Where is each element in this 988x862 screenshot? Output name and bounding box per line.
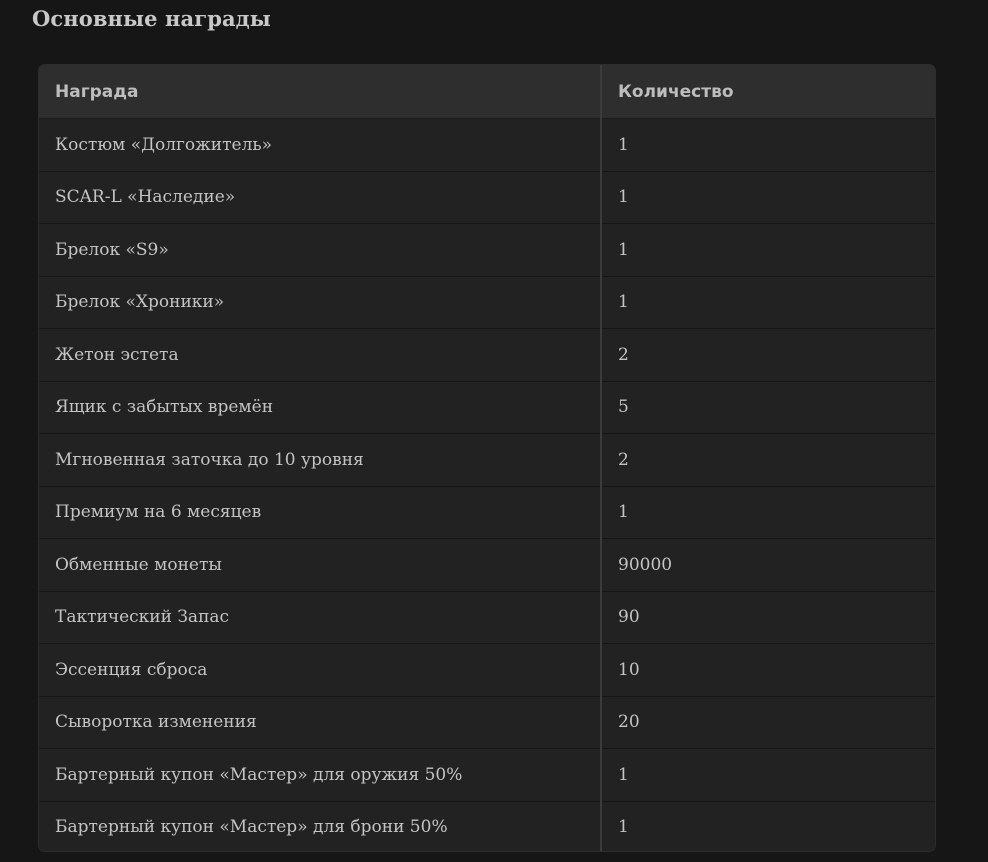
quantity-cell: 1 [600,170,935,224]
quantity-cell: 1 [600,800,935,851]
reward-cell: Эссенция сброса [39,643,601,696]
quantity-cell: 90 [600,590,935,644]
reward-cell: Брелок «Хроники» [39,275,601,329]
table-row: Костюм «Долгожитель» 1 [39,118,935,171]
quantity-cell: 2 [600,433,935,486]
reward-cell: Жетон эстета [39,328,601,381]
reward-cell: Костюм «Долгожитель» [39,118,601,171]
table-row: Тактический Запас 90 [39,590,935,644]
reward-cell: Сыворотка изменения [39,695,601,749]
table-row: Эссенция сброса 10 [39,643,935,696]
quantity-cell: 90000 [600,538,935,591]
table-row: Брелок «S9» 1 [39,223,935,276]
rewards-table: Награда Количество Костюм «Долгожитель» … [39,65,935,851]
table-row: Сыворотка изменения 20 [39,695,935,749]
quantity-cell: 1 [600,275,935,329]
reward-cell: Мгновенная заточка до 10 уровня [39,433,601,486]
header-reward: Награда [39,65,601,119]
section-title: Основные награды [32,6,271,31]
reward-cell: Бартерный купон «Мастер» для оружия 50% [39,748,601,801]
quantity-cell: 5 [600,380,935,434]
quantity-cell: 1 [600,223,935,276]
table-row: Мгновенная заточка до 10 уровня 2 [39,433,935,486]
table-body: Костюм «Долгожитель» 1 SCAR-L «Наследие»… [39,118,935,851]
reward-cell: Ящик с забытых времён [39,380,601,434]
table-row: Премиум на 6 месяцев 1 [39,485,935,539]
table-header: Награда Количество [39,65,935,119]
quantity-cell: 1 [600,748,935,801]
reward-cell: Обменные монеты [39,538,601,591]
quantity-cell: 1 [600,118,935,171]
rewards-table-container: Награда Количество Костюм «Долгожитель» … [38,64,936,852]
table-row: SCAR-L «Наследие» 1 [39,170,935,224]
reward-cell: Бартерный купон «Мастер» для брони 50% [39,800,601,851]
quantity-cell: 1 [600,485,935,539]
table-row: Бартерный купон «Мастер» для оружия 50% … [39,748,935,801]
quantity-cell: 10 [600,643,935,696]
quantity-cell: 20 [600,695,935,749]
reward-cell: Брелок «S9» [39,223,601,276]
quantity-cell: 2 [600,328,935,381]
reward-cell: SCAR-L «Наследие» [39,170,601,224]
table-row: Ящик с забытых времён 5 [39,380,935,434]
header-row: Награда Количество [39,65,935,119]
table-row: Брелок «Хроники» 1 [39,275,935,329]
table-row: Жетон эстета 2 [39,328,935,381]
table-row: Бартерный купон «Мастер» для брони 50% 1 [39,800,935,851]
reward-cell: Тактический Запас [39,590,601,644]
reward-cell: Премиум на 6 месяцев [39,485,601,539]
table-row: Обменные монеты 90000 [39,538,935,591]
header-quantity: Количество [600,65,935,119]
